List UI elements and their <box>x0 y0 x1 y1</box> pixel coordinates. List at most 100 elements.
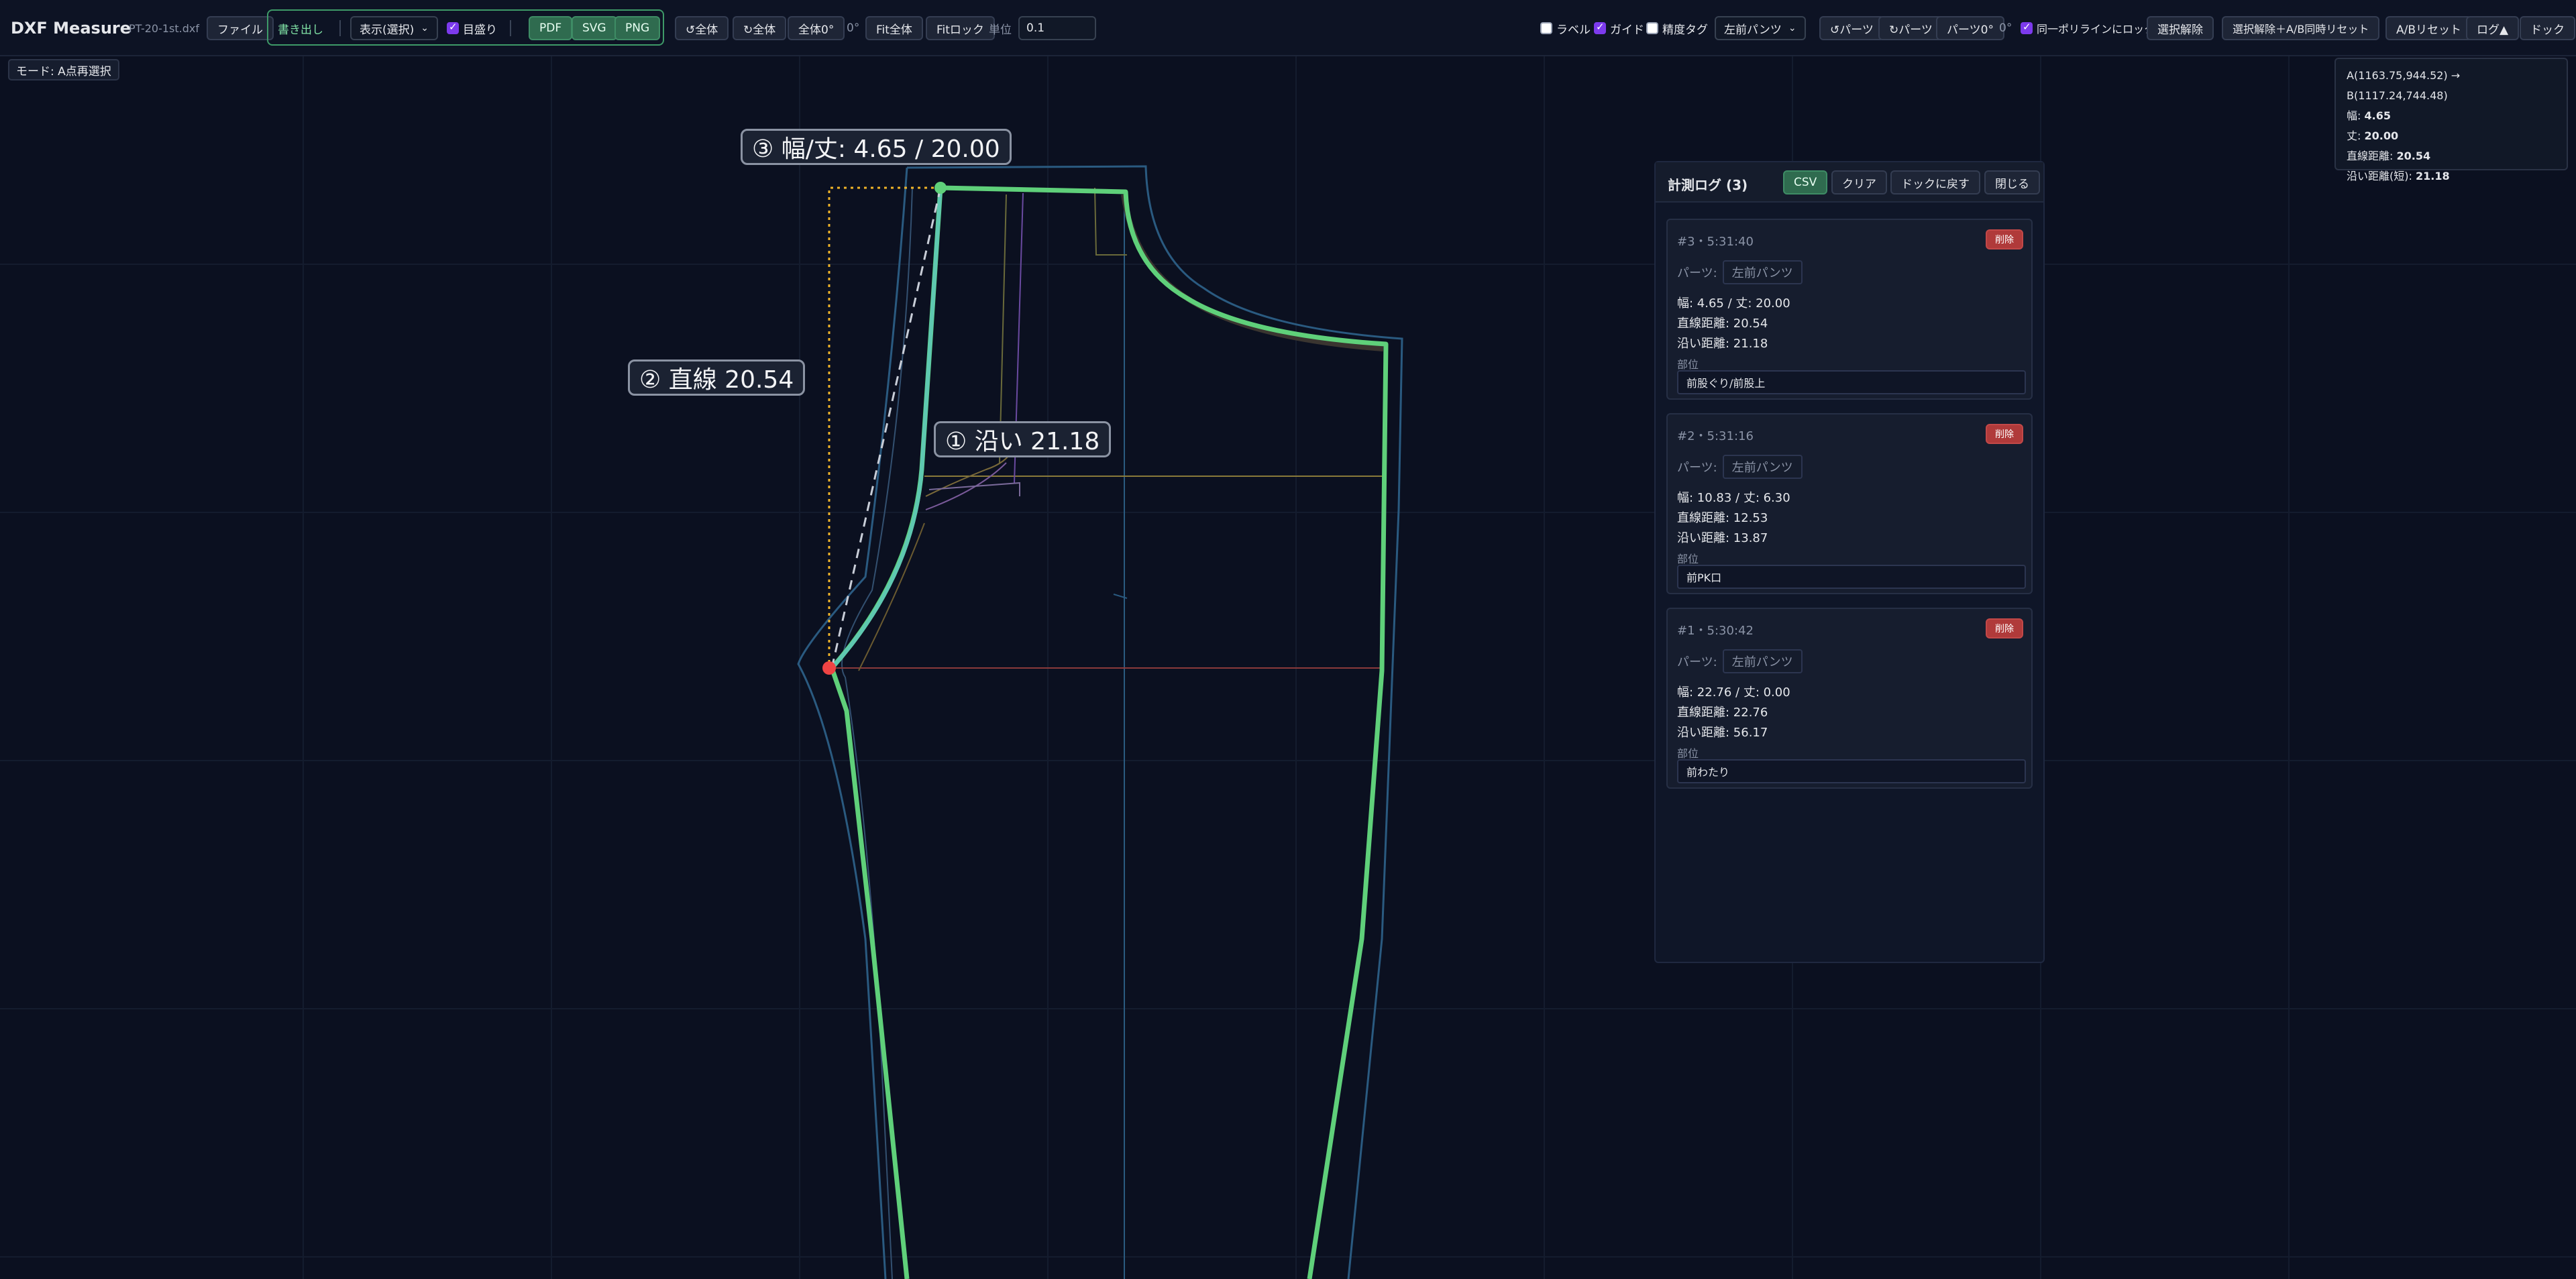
log-title: 計測ログ (3) <box>1668 177 1748 193</box>
clear-log-button[interactable]: クリア <box>1831 170 1887 194</box>
measurement-info-box: A(1163.75,944.52) → B(1117.24,744.48) 幅:… <box>2334 58 2568 182</box>
drawing-canvas[interactable] <box>0 56 2576 1279</box>
log-entry-section-input[interactable]: 前股ぐり/前股上 <box>1677 370 2026 394</box>
fit-lock-button[interactable]: Fitロック <box>926 16 995 40</box>
rotate-ccw-all-button[interactable]: ↺全体 <box>675 16 729 40</box>
dock-button[interactable]: ドック <box>2520 16 2575 40</box>
mode-indicator: モード: A点再選択 <box>8 59 119 80</box>
log-entry: #3・5:31:40 削除 パーツ: 左前パンツ 幅: 4.65 / 丈: 20.… <box>1666 219 2033 400</box>
measure-tag-straight: ② 直線 20.54 <box>628 359 806 396</box>
rotate-ccw-part-button[interactable]: ↺パーツ <box>1819 16 1884 40</box>
divider <box>510 20 511 36</box>
log-entry-section-input[interactable]: 前PK口 <box>1677 565 2026 589</box>
log-entry-wh: 幅: 10.83 / 丈: 6.30 <box>1677 491 1790 505</box>
log-entry-wh: 幅: 22.76 / 丈: 0.00 <box>1677 685 1790 700</box>
log-entry-parts: パーツ: 左前パンツ <box>1677 260 1803 284</box>
precision-tag-label: 精度タグ <box>1662 23 1708 37</box>
measurement-log-panel: 計測ログ (3) CSV クリア ドックに戻す 閉じる #3・5:31:40 削… <box>1654 161 2045 963</box>
delete-entry-button[interactable]: 削除 <box>1986 424 2023 444</box>
log-entry-straight: 直線距離: 12.53 <box>1677 511 1768 525</box>
part-select-value: 左前パンツ <box>1724 23 1782 37</box>
log-entry: #2・5:31:16 削除 パーツ: 左前パンツ 幅: 10.83 / 丈: 6.… <box>1666 413 2033 594</box>
export-pdf-button[interactable]: PDF <box>529 16 573 40</box>
chevron-down-icon: ⌄ <box>421 23 429 34</box>
file-button[interactable]: ファイル <box>207 16 274 40</box>
log-entry-header: #1・5:30:42 <box>1677 624 1754 638</box>
width-label: 幅 <box>2347 109 2358 122</box>
same-polyline-label: 同一ポリラインにロック <box>2037 23 2155 36</box>
log-entry-part-field[interactable]: 左前パンツ <box>1722 649 1803 673</box>
coords-readout: A(1163.75,944.52) → B(1117.24,744.48) <box>2347 69 2461 102</box>
log-entry: #1・5:30:42 削除 パーツ: 左前パンツ 幅: 22.76 / 丈: 0.… <box>1666 608 2033 789</box>
width-readout: 幅: 4.65 <box>2347 109 2391 122</box>
section-label: 部位 <box>1677 747 1699 760</box>
height-readout: 丈: 20.00 <box>2347 129 2399 142</box>
part-select[interactable]: 左前パンツ ⌄ <box>1715 16 1806 40</box>
log-entry-wh: 幅: 4.65 / 丈: 20.00 <box>1677 296 1790 311</box>
precision-tag-checkbox[interactable] <box>1646 22 1658 34</box>
part-zero-button[interactable]: パーツ0° <box>1936 16 2004 40</box>
along-label: 沿い距離(短) <box>2347 170 2409 182</box>
log-entry-header: #3・5:31:40 <box>1677 235 1754 249</box>
width-value: 4.65 <box>2364 109 2391 122</box>
export-svg-button[interactable]: SVG <box>572 16 617 40</box>
back-to-dock-button[interactable]: ドックに戻す <box>1890 170 1980 194</box>
measure-tag-along: ① 沿い 21.18 <box>934 421 1112 457</box>
log-entry-part-field[interactable]: 左前パンツ <box>1722 260 1803 284</box>
unit-label: 単位 <box>989 23 1012 37</box>
log-entry-straight: 直線距離: 22.76 <box>1677 706 1768 720</box>
delete-entry-button[interactable]: 削除 <box>1986 229 2023 249</box>
close-log-button[interactable]: 閉じる <box>1984 170 2040 194</box>
straight-value: 20.54 <box>2396 150 2431 162</box>
section-label: 部位 <box>1677 553 1699 565</box>
straight-label: 直線距離 <box>2347 150 2390 162</box>
fit-all-button[interactable]: Fit全体 <box>865 16 923 40</box>
app-title: DXF Measure <box>11 19 131 38</box>
deselect-button[interactable]: 選択解除 <box>2147 16 2214 40</box>
parts-label: パーツ: <box>1677 655 1717 669</box>
log-entry-along: 沿い距離: 13.87 <box>1677 531 1768 545</box>
all-angle-readout: 0° <box>847 21 860 35</box>
selected-part-outline[interactable] <box>829 185 1389 1279</box>
label-checkbox[interactable] <box>1540 22 1552 34</box>
filename: PT-20-1st.dxf <box>129 21 199 35</box>
parts-label: パーツ: <box>1677 461 1717 475</box>
unit-input[interactable]: 0.1 <box>1018 16 1096 40</box>
parts-label: パーツ: <box>1677 266 1717 280</box>
guide-toggle-label: ガイド <box>1610 23 1644 37</box>
log-entry-parts: パーツ: 左前パンツ <box>1677 455 1803 479</box>
height-value: 20.00 <box>2364 129 2399 142</box>
log-toggle-button[interactable]: ログ▲ <box>2466 16 2520 40</box>
log-entry-part-field[interactable]: 左前パンツ <box>1722 455 1803 479</box>
measure-tag-width-height: ③ 幅/丈: 4.65 / 20.00 <box>741 129 1012 165</box>
export-png-button[interactable]: PNG <box>614 16 661 40</box>
chevron-down-icon: ⌄ <box>1788 23 1796 34</box>
ab-reset-button[interactable]: A/Bリセット <box>2385 16 2473 40</box>
rotate-cw-all-button[interactable]: ↻全体 <box>733 16 787 40</box>
along-value: 21.18 <box>2415 170 2450 182</box>
csv-button[interactable]: CSV <box>1783 170 1828 194</box>
log-entry-along: 沿い距離: 56.17 <box>1677 726 1768 740</box>
point-b[interactable] <box>934 182 947 194</box>
pattern-inner-line <box>841 187 913 1279</box>
all-zero-button[interactable]: 全体0° <box>788 16 845 40</box>
delete-entry-button[interactable]: 削除 <box>1986 618 2023 638</box>
rotate-cw-part-button[interactable]: ↻パーツ <box>1878 16 1943 40</box>
display-select[interactable]: 表示(選択) ⌄ <box>350 16 438 40</box>
toolbar: DXF Measure PT-20-1st.dxf ファイル 書き出し 表示(選… <box>0 0 2576 56</box>
divider <box>339 20 341 36</box>
part-angle-readout: 0° <box>1999 21 2012 35</box>
point-a[interactable] <box>822 661 836 675</box>
log-entry-along: 沿い距離: 21.18 <box>1677 337 1768 351</box>
height-label: 丈 <box>2347 129 2358 142</box>
ruler-label: 目盛り <box>463 23 497 37</box>
ruler-checkbox[interactable] <box>447 21 459 34</box>
guide-checkbox[interactable] <box>1594 21 1606 34</box>
log-entry-straight: 直線距離: 20.54 <box>1677 317 1768 331</box>
log-entry-section-input[interactable]: 前わたり <box>1677 759 2026 783</box>
label-toggle-label: ラベル <box>1556 23 1591 37</box>
display-select-value: 表示(選択) <box>360 23 415 37</box>
deselect-ab-reset-button[interactable]: 選択解除＋A/B同時リセット <box>2222 16 2380 40</box>
log-header: 計測ログ (3) CSV クリア ドックに戻す 閉じる <box>1656 162 2043 203</box>
same-polyline-checkbox[interactable] <box>2021 21 2033 34</box>
